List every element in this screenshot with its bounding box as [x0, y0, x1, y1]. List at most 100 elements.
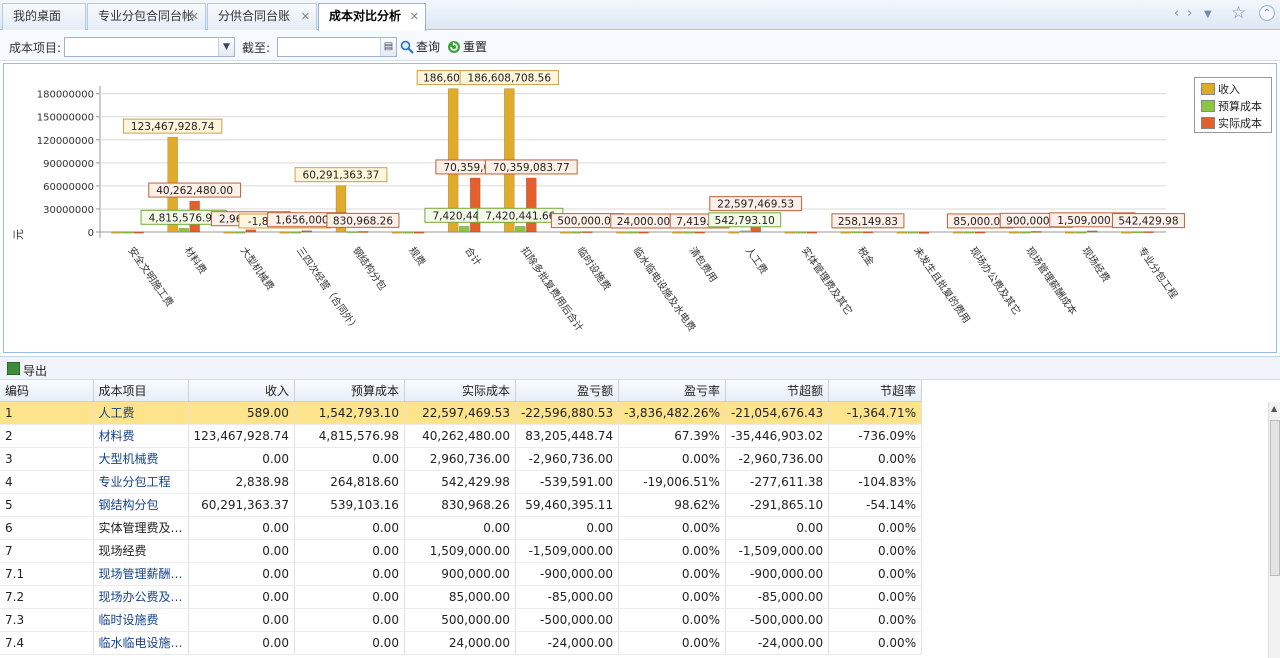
- chart-legend: 收入 预算成本 实际成本: [1194, 77, 1272, 133]
- bar-income: [784, 231, 796, 234]
- col-header-budget[interactable]: 预算成本: [294, 380, 405, 402]
- cost-comparison-chart: 0 30000000 60000000 90000000 120000000 150000…: [3, 63, 1277, 353]
- query-label: 查询: [416, 40, 441, 54]
- scroll-up-icon[interactable]: ▲: [1271, 404, 1277, 413]
- cell-item[interactable]: 现场办公费及…: [93, 585, 189, 609]
- bar-budget: [627, 231, 638, 234]
- cell-item[interactable]: 大型机械费: [93, 447, 189, 471]
- data-label: 542,793.10: [715, 215, 775, 227]
- cell-item[interactable]: 临水临电设施…: [93, 631, 189, 655]
- tab-menu-icon[interactable]: ▼: [1204, 9, 1212, 20]
- cell-item[interactable]: 人工费: [93, 401, 189, 425]
- table-row[interactable]: 6 实体管理费及… 0.00 0.00 0.00 0.00 0.00% 0.00 0.00%: [0, 516, 923, 540]
- cell-income: 0.00: [188, 516, 295, 540]
- chevron-down-icon[interactable]: ▼: [218, 38, 234, 56]
- table-row[interactable]: 4 专业分包工程 2,838.98 264,818.60 542,429.98 -539,…: [0, 470, 923, 494]
- col-header-item[interactable]: 成本项目: [93, 380, 189, 402]
- cell-saving-rate: 0.00%: [828, 562, 923, 586]
- until-date-field[interactable]: ▤: [277, 37, 397, 57]
- cell-budget: 0.00: [294, 631, 405, 655]
- x-tick-label: 专业分包工程: [1135, 244, 1180, 301]
- cell-code: 6: [0, 516, 94, 540]
- bar-budget: [346, 231, 358, 234]
- y-tick-label: 30000000: [43, 205, 94, 216]
- table-body: 1 人工费 589.00 1,542,793.10 22,597,469.53 -22,5…: [0, 401, 923, 655]
- cell-saving-rate: -1,364.71%: [828, 401, 923, 425]
- col-header-saving-rate[interactable]: 节超率: [828, 380, 923, 402]
- table-row[interactable]: 7.3 临时设施费 0.00 0.00 500,000.00 -500,000.00 0.0…: [0, 608, 923, 632]
- reset-button[interactable]: 重置: [447, 38, 487, 55]
- col-header-income[interactable]: 收入: [188, 380, 295, 402]
- cell-actual: 1,509,000.00: [404, 539, 516, 563]
- bar-budget: [290, 231, 302, 234]
- legend-item-actual-cost[interactable]: 实际成本: [1201, 115, 1262, 131]
- col-header-profit-loss-rate[interactable]: 盈亏率: [618, 380, 726, 402]
- query-button[interactable]: 查询: [400, 38, 440, 55]
- table-row[interactable]: 7.1 现场管理薪酬… 0.00 0.00 900,000.00 -900,000.00 0…: [0, 562, 923, 586]
- cell-income: 0.00: [188, 539, 295, 563]
- x-tick-label: 临时设施费: [574, 244, 613, 292]
- table-row[interactable]: 5 钢结构分包 60,291,363.37 539,103.16 830,968.26 5…: [0, 493, 923, 517]
- calendar-icon[interactable]: ▤: [380, 38, 396, 56]
- x-tick-label: 钢结构分包: [350, 244, 389, 292]
- cell-profit-loss-rate: 0.00%: [618, 608, 726, 632]
- table-row[interactable]: 7.2 现场办公费及… 0.00 0.00 85,000.00 -85,000.00 0.0…: [0, 585, 923, 609]
- cell-saving: -900,000.00: [725, 562, 830, 586]
- legend-label: 预算成本: [1218, 100, 1262, 113]
- col-header-code[interactable]: 编码: [0, 380, 94, 402]
- cell-code: 2: [0, 424, 94, 448]
- x-tick-label: 税金: [855, 244, 877, 268]
- close-icon[interactable]: ✕: [410, 4, 419, 29]
- collapse-icon[interactable]: ⌃: [1259, 5, 1275, 21]
- table-row[interactable]: 2 材料费 123,467,928.74 4,815,576.98 40,262,480…: [0, 424, 923, 448]
- tab-subcontract-ledger[interactable]: 专业分包合同台帐 ✕: [87, 3, 206, 30]
- chevron-right-icon[interactable]: ›: [1187, 6, 1192, 21]
- legend-item-budget-cost[interactable]: 预算成本: [1201, 98, 1262, 114]
- close-icon[interactable]: ✕: [190, 4, 199, 29]
- chart-canvas: 0 30000000 60000000 90000000 120000000 150000…: [12, 70, 1185, 334]
- close-icon[interactable]: ✕: [301, 4, 310, 29]
- cell-item[interactable]: 现场管理薪酬…: [93, 562, 189, 586]
- cost-item-select[interactable]: ▼: [64, 37, 235, 57]
- table-row[interactable]: 7 现场经费 0.00 0.00 1,509,000.00 -1,509,000.00 0.…: [0, 539, 923, 563]
- cell-profit-loss-rate: 98.62%: [618, 493, 726, 517]
- tab-supply-contract-ledger[interactable]: 分供合同台账 ✕: [207, 3, 317, 30]
- cell-item[interactable]: 专业分包工程: [93, 470, 189, 494]
- cell-income: 0.00: [188, 608, 295, 632]
- cell-item[interactable]: 钢结构分包: [93, 493, 189, 517]
- cell-item[interactable]: 材料费: [93, 424, 189, 448]
- vertical-scrollbar[interactable]: ▲: [1268, 402, 1280, 658]
- cell-saving: -291,865.10: [725, 493, 830, 517]
- cell-profit-loss: -22,596,880.53: [515, 401, 620, 425]
- star-icon[interactable]: ☆: [1231, 3, 1246, 23]
- bar-actual: [413, 231, 425, 234]
- data-label: 830,968.26: [333, 215, 393, 227]
- tab-desktop[interactable]: 我的桌面: [2, 3, 86, 30]
- cell-actual: 24,000.00: [404, 631, 516, 655]
- tab-cost-comparison[interactable]: 成本对比分析 ✕: [318, 3, 426, 31]
- cell-saving: -2,960,736.00: [725, 447, 830, 471]
- cell-actual: 0.00: [404, 516, 516, 540]
- chevron-left-icon[interactable]: ‹: [1174, 6, 1179, 21]
- col-header-actual[interactable]: 实际成本: [404, 380, 516, 402]
- export-button[interactable]: 导出: [23, 362, 47, 379]
- table-row[interactable]: 3 大型机械费 0.00 0.00 2,960,736.00 -2,960,736.00 0…: [0, 447, 923, 471]
- table-row[interactable]: 7.4 临水临电设施… 0.00 0.00 24,000.00 -24,000.00 0.0…: [0, 631, 923, 655]
- col-header-profit-loss[interactable]: 盈亏额: [515, 380, 620, 402]
- cell-saving-rate: 0.00%: [828, 631, 923, 655]
- excel-icon[interactable]: [7, 362, 20, 375]
- table-row[interactable]: 1 人工费 589.00 1,542,793.10 22,597,469.53 -22,5…: [0, 401, 923, 425]
- legend-item-income[interactable]: 收入: [1201, 81, 1240, 97]
- cell-budget: 1,542,793.10: [294, 401, 405, 425]
- bar-actual: [133, 231, 144, 234]
- cell-saving: 0.00: [725, 516, 830, 540]
- bar-income: [1121, 231, 1132, 234]
- x-tick-label: 临水临电设施及水电费: [631, 244, 699, 333]
- cell-item[interactable]: 临时设施费: [93, 608, 189, 632]
- col-header-saving[interactable]: 节超额: [725, 380, 830, 402]
- cell-profit-loss: -539,591.00: [515, 470, 620, 494]
- bar-actual: [1143, 231, 1154, 234]
- scroll-thumb[interactable]: [1270, 420, 1280, 576]
- bar-income: [896, 231, 908, 234]
- cell-code: 5: [0, 493, 94, 517]
